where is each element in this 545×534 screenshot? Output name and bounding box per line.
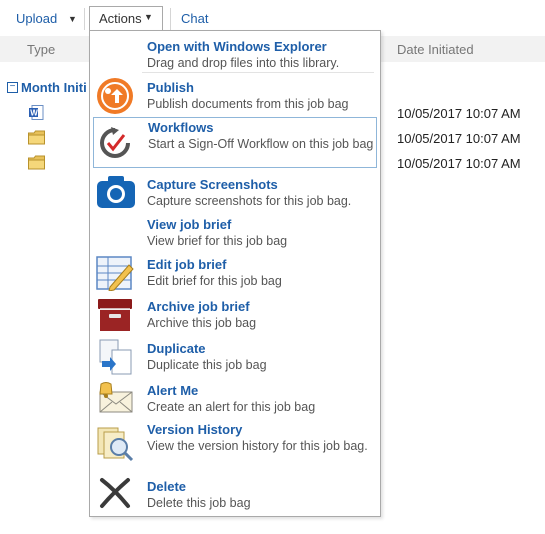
folder-icon [28, 155, 45, 170]
column-header-date-initiated[interactable]: Date Initiated [397, 42, 474, 57]
menu-item-title: View job brief [147, 217, 232, 232]
collapse-icon[interactable]: − [7, 82, 18, 93]
menu-item-open-with-explorer[interactable]: Open with Windows Explorer Drag and drop… [93, 36, 377, 70]
svg-text:W: W [30, 109, 38, 118]
folder-icon [28, 130, 45, 145]
menu-item-title: Edit job brief [147, 257, 227, 272]
menu-item-delete[interactable]: Delete Delete this job bag [93, 476, 377, 512]
menu-item-title: Delete [147, 479, 187, 494]
date-initiated-cell: 10/05/2017 10:07 AM [397, 106, 521, 121]
menu-item-publish[interactable]: Publish Publish documents from this job … [93, 77, 377, 115]
menu-item-description: Start a Sign-Off Workflow on this job ba… [148, 137, 374, 151]
menu-item-edit-job-brief[interactable]: Edit job brief Edit brief for this job b… [93, 254, 377, 294]
duplicate-icon [99, 339, 132, 375]
menu-item-description: Capture screenshots for this job bag. [147, 194, 352, 208]
actions-dropdown-arrow-icon: ▼ [144, 12, 153, 22]
menu-item-description: Edit brief for this job bag [147, 274, 282, 288]
group-label: Month Initi [21, 80, 87, 95]
menu-item-title: Archive job brief [147, 299, 250, 314]
upload-dropdown-arrow-icon[interactable]: ▼ [68, 9, 77, 29]
actions-menu: Open with Windows Explorer Drag and drop… [89, 30, 381, 517]
word-document-icon: W [29, 105, 44, 120]
menu-item-view-job-brief[interactable]: View job brief View brief for this job b… [93, 214, 377, 252]
publish-icon [97, 78, 133, 114]
menu-item-title: Alert Me [147, 383, 199, 398]
menu-item-description: Drag and drop files into this library. [147, 56, 340, 70]
menu-item-description: Delete this job bag [147, 496, 251, 510]
menu-item-title: Version History [147, 422, 243, 437]
toolbar-divider [170, 8, 171, 30]
menu-item-title: Publish [147, 80, 194, 95]
column-header-type[interactable]: Type [27, 42, 55, 57]
menu-item-description: Archive this job bag [147, 316, 257, 330]
actions-button[interactable]: Actions ▼ [89, 6, 163, 30]
menu-item-capture-screenshots[interactable]: Capture Screenshots Capture screenshots … [93, 174, 377, 212]
menu-item-alert-me[interactable]: Alert Me Create an alert for this job ba… [93, 380, 377, 418]
date-initiated-cell: 10/05/2017 10:07 AM [397, 131, 521, 146]
camera-icon [97, 176, 135, 208]
date-initiated-cell: 10/05/2017 10:07 AM [397, 156, 521, 171]
menu-item-description: Publish documents from this job bag [147, 97, 349, 111]
delete-x-icon [100, 478, 130, 508]
alert-bell-icon [99, 382, 133, 413]
menu-item-description: Duplicate this job bag [147, 358, 267, 372]
menu-item-version-history[interactable]: Version History View the version history… [93, 421, 377, 471]
edit-form-icon [96, 256, 134, 291]
menu-item-title: Capture Screenshots [147, 177, 278, 192]
menu-item-workflows[interactable]: Workflows Start a Sign-Off Workflow on t… [93, 117, 377, 168]
menu-item-description: View the version history for this job ba… [147, 439, 368, 453]
workflow-icon [100, 127, 130, 158]
version-history-icon [97, 427, 134, 462]
menu-item-archive-job-brief[interactable]: Archive job brief Archive this job bag [93, 296, 377, 336]
menu-item-description: View brief for this job bag [147, 234, 288, 248]
toolbar: Upload ▼ Actions ▼ Chat [0, 0, 545, 34]
menu-item-description: Create an alert for this job bag [147, 400, 316, 414]
upload-button[interactable]: Upload [16, 9, 57, 29]
menu-item-title: Duplicate [147, 341, 206, 356]
toolbar-divider [84, 8, 85, 30]
menu-item-title: Open with Windows Explorer [147, 39, 327, 54]
chat-button[interactable]: Chat [181, 9, 208, 29]
menu-divider [142, 72, 374, 73]
menu-item-title: Workflows [148, 120, 214, 135]
menu-item-duplicate[interactable]: Duplicate Duplicate this job bag [93, 338, 377, 378]
actions-label: Actions [99, 11, 142, 26]
archive-box-icon [98, 299, 132, 331]
